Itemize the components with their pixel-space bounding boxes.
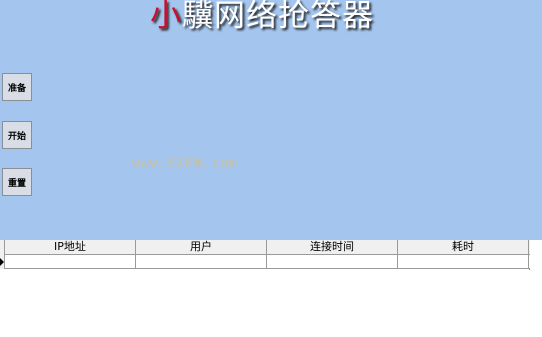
column-header-ip[interactable]: IP地址 — [5, 240, 136, 255]
table-row[interactable] — [0, 255, 530, 269]
app-title-rest: 驥网络抢答器 — [182, 0, 374, 34]
column-header-connect-time[interactable]: 连接时间 — [267, 240, 398, 255]
watermark-text: www.9XPW.com — [132, 156, 238, 171]
app-window: 小驥网络抢答器 准备 开始 重置 www.9XPW.com IP地址 用户 连接… — [0, 0, 542, 337]
cell-elapsed[interactable] — [398, 255, 529, 269]
app-title: 小驥网络抢答器 — [150, 0, 400, 36]
cell-ip[interactable] — [5, 255, 136, 269]
prepare-button[interactable]: 准备 — [2, 73, 32, 101]
row-pointer-icon — [0, 258, 4, 266]
grid-header: IP地址 用户 连接时间 耗时 — [0, 240, 530, 255]
cell-user[interactable] — [136, 255, 267, 269]
start-button[interactable]: 开始 — [2, 121, 32, 149]
column-header-elapsed[interactable]: 耗时 — [398, 240, 529, 255]
column-header-user[interactable]: 用户 — [136, 240, 267, 255]
clients-grid[interactable]: IP地址 用户 连接时间 耗时 — [0, 240, 530, 270]
reset-button[interactable]: 重置 — [2, 168, 32, 196]
top-panel: 小驥网络抢答器 准备 开始 重置 www.9XPW.com — [0, 0, 542, 240]
app-title-first-char: 小 — [150, 0, 182, 34]
cell-connect-time[interactable] — [267, 255, 398, 269]
